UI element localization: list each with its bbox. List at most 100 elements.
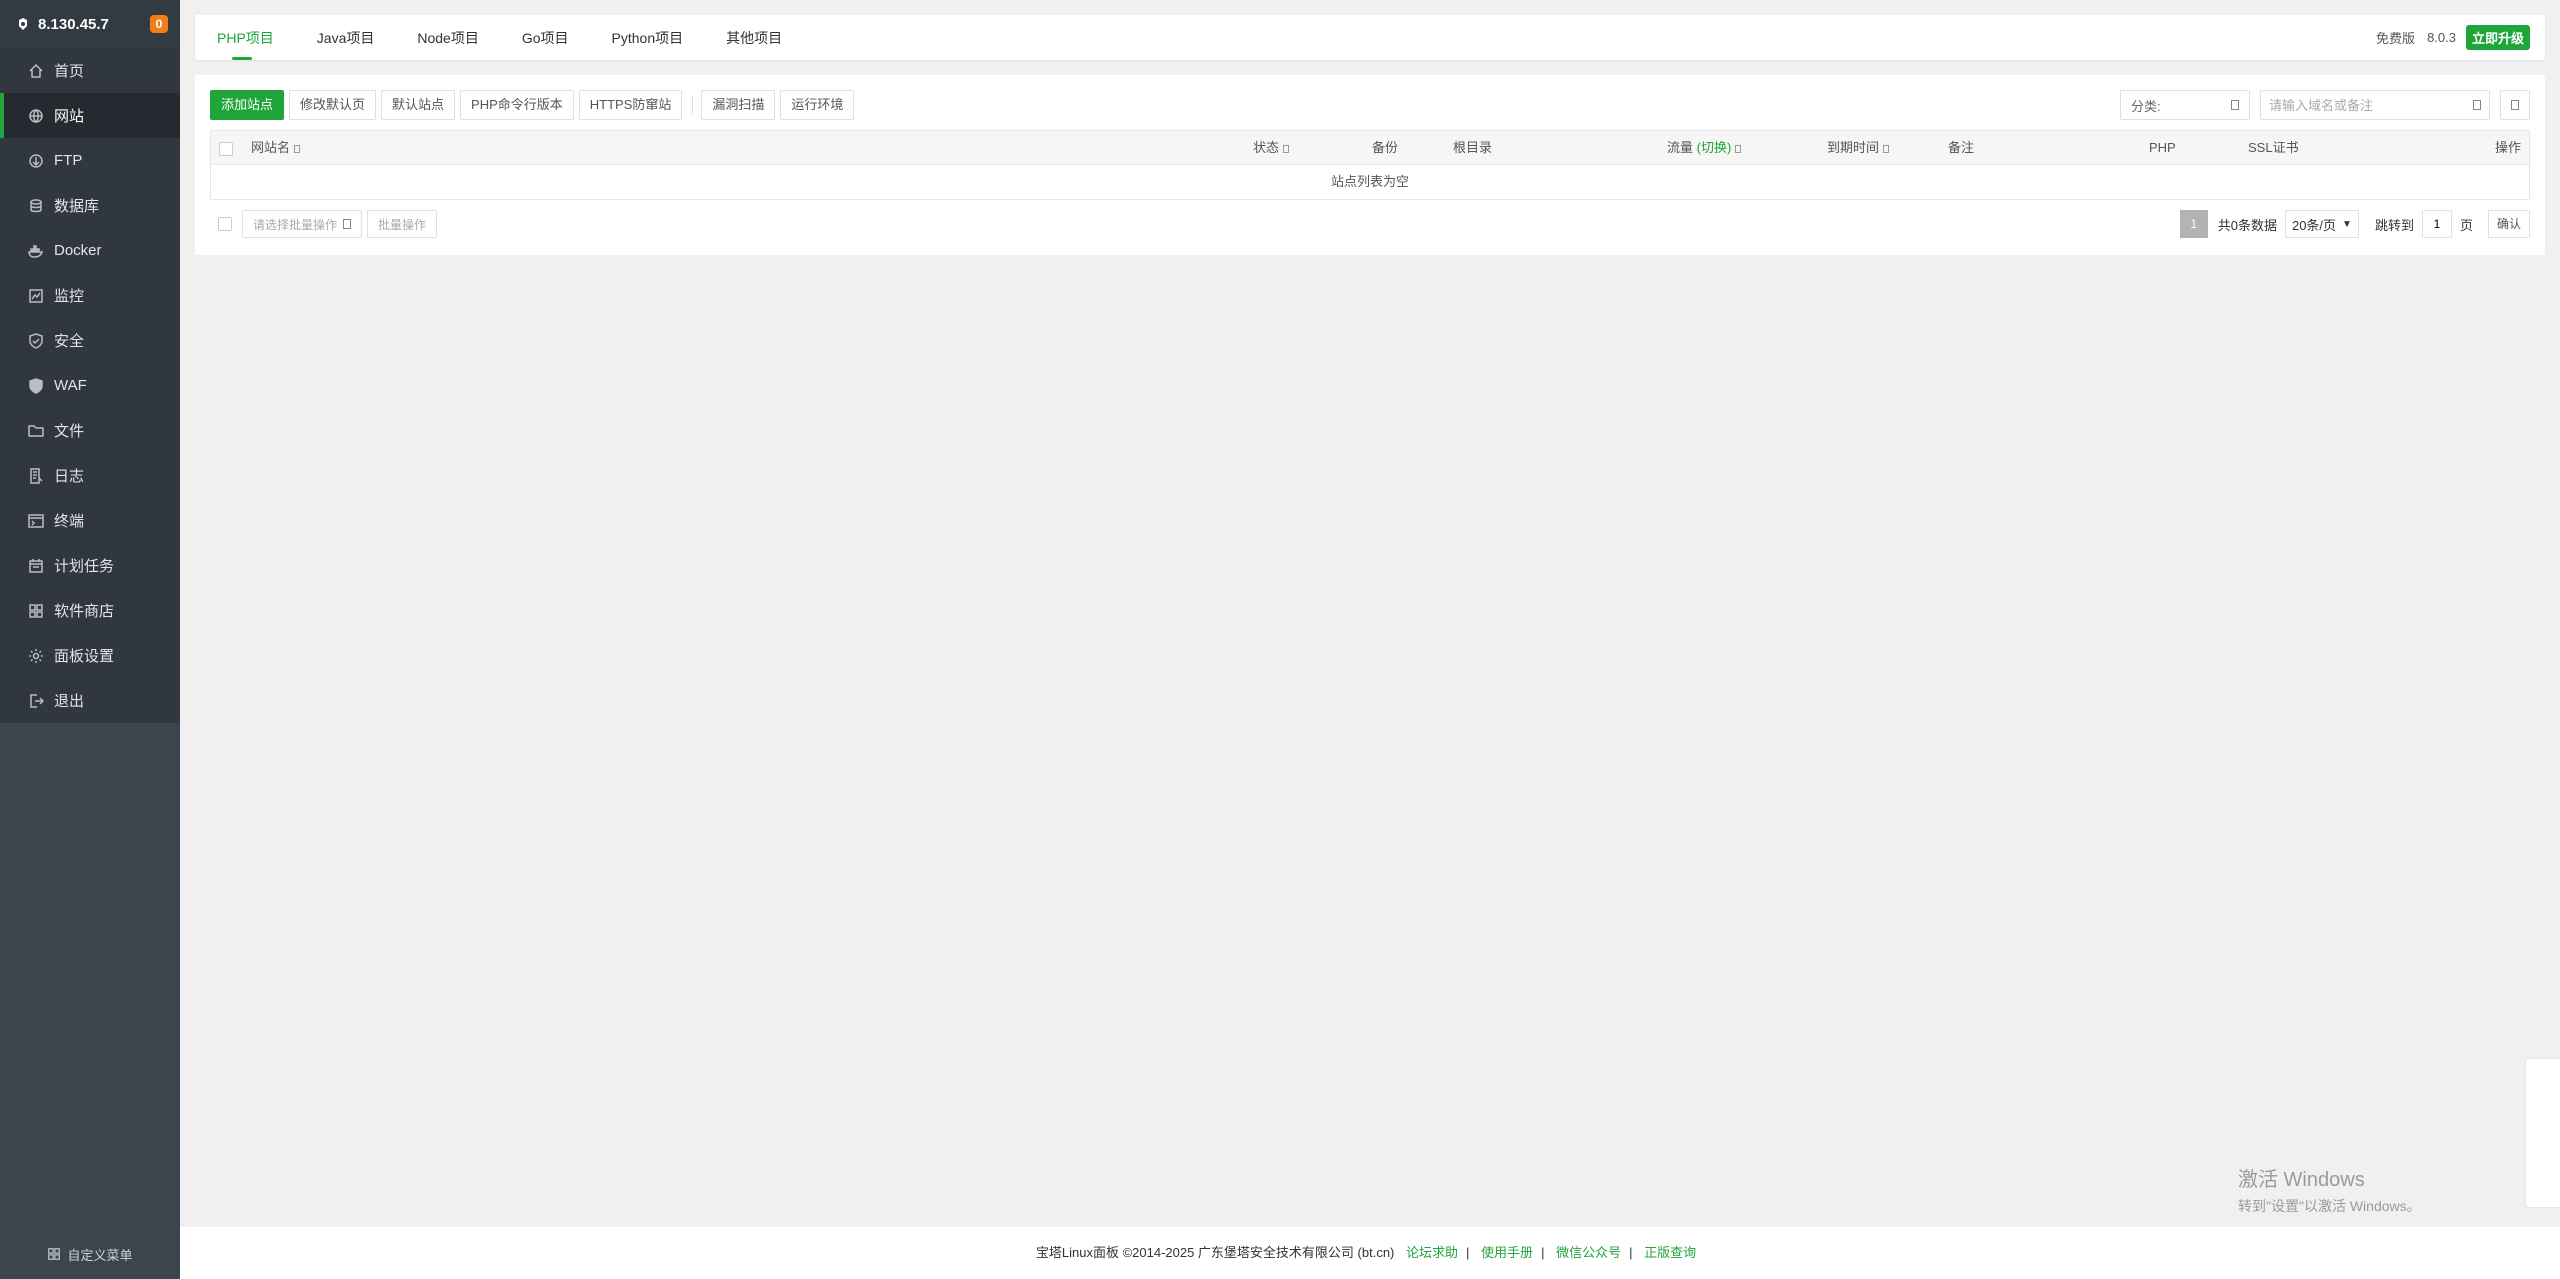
forum-link[interactable]: 论坛求助 — [1406, 1245, 1458, 1260]
globe-icon — [29, 108, 43, 123]
sidebar-item-label: 退出 — [54, 693, 85, 710]
sidebar-item-label: FTP — [54, 152, 83, 169]
sort-icon — [1735, 144, 1742, 153]
batch-action-button[interactable]: 批量操作 — [367, 210, 438, 238]
sidebar-item-label: 文件 — [54, 423, 85, 440]
tab-java[interactable]: Java项目 — [317, 15, 375, 60]
col-site-name[interactable]: 网站名 — [251, 131, 301, 165]
version-number: 8.0.3 — [2427, 30, 2456, 45]
default-site-button[interactable]: 默认站点 — [381, 90, 456, 120]
tab-go[interactable]: Go项目 — [522, 15, 569, 60]
total-count: 共0条数据 — [2217, 217, 2277, 233]
toolbar-divider — [692, 95, 694, 115]
chevron-down-icon — [343, 219, 351, 229]
bt-logo-icon — [19, 18, 27, 30]
copyright-text: 宝塔Linux面板 ©2014-2025 广东堡塔安全技术有限公司 (bt.cn… — [1035, 1245, 1395, 1260]
toolbar: 添加站点 修改默认页 默认站点 PHP命令行版本 HTTPS防窜站 漏洞扫描 运… — [210, 90, 859, 120]
search-icon[interactable] — [2473, 100, 2481, 110]
sidebar-item-store[interactable]: 软件商店 — [0, 588, 180, 633]
https-anti-hijack-button[interactable]: HTTPS防窜站 — [578, 90, 683, 120]
column-settings-button[interactable] — [2500, 90, 2530, 120]
jump-confirm-button[interactable]: 确认 — [2487, 210, 2530, 238]
search-box — [2260, 90, 2490, 120]
page-size-select[interactable]: 20条/页 ▼ — [2284, 210, 2359, 238]
site-table: 网站名 状态 备份 根目录 流量 (切换) 到期时间 备注 PHP SSL证书 … — [210, 130, 2530, 200]
notification-badge[interactable]: 0 — [150, 15, 168, 33]
sidebar-item-waf[interactable]: WAF — [0, 363, 180, 408]
sidebar-item-logout[interactable]: 退出 — [0, 678, 180, 723]
upgrade-button[interactable]: 立即升级 — [2465, 25, 2530, 50]
manual-link[interactable]: 使用手册 — [1481, 1245, 1533, 1260]
col-remark: 备注 — [1948, 140, 1975, 155]
sidebar-item-label: Docker — [54, 242, 102, 259]
category-select[interactable]: 分类: — [2120, 90, 2250, 120]
jump-page-input[interactable] — [2421, 210, 2452, 238]
gear-icon — [29, 648, 43, 663]
php-cli-version-button[interactable]: PHP命令行版本 — [460, 90, 574, 120]
grid-icon — [29, 603, 43, 618]
col-expire[interactable]: 到期时间 — [1827, 131, 1890, 165]
traffic-switch-link[interactable]: (切换) — [1697, 140, 1732, 155]
shield-icon — [29, 332, 43, 349]
runtime-env-button[interactable]: 运行环境 — [780, 90, 855, 120]
page-unit: 页 — [2459, 217, 2473, 233]
version-info: 免费版 8.0.3 立即升级 — [2376, 15, 2530, 60]
batch-select-checkbox[interactable] — [218, 217, 232, 231]
tab-php[interactable]: PHP项目 — [217, 15, 274, 60]
sidebar-item-home[interactable]: 首页 — [0, 48, 180, 93]
select-all-checkbox[interactable] — [219, 131, 233, 165]
sidebar-item-label: 终端 — [54, 513, 85, 530]
sidebar-item-label: 面板设置 — [54, 648, 115, 665]
custom-menu-button[interactable]: 自定义菜单 — [0, 1239, 180, 1269]
col-status[interactable]: 状态 — [1253, 131, 1290, 165]
floating-side-widget[interactable] — [2525, 1058, 2560, 1208]
sidebar-menu: 首页 网站 FTP 数据库 Docker 监控 安全 WAF 文件 日志 终端 … — [0, 48, 180, 723]
batch-controls: 请选择批量操作 批量操作 — [218, 210, 442, 238]
waf-icon — [29, 377, 43, 394]
sidebar-item-settings[interactable]: 面板设置 — [0, 633, 180, 678]
current-page[interactable]: 1 — [2179, 210, 2208, 238]
edit-default-page-button[interactable]: 修改默认页 — [289, 90, 377, 120]
jump-label: 跳转到 — [2374, 217, 2414, 233]
col-traffic[interactable]: 流量 (切换) — [1667, 131, 1742, 165]
settings-icon — [2511, 100, 2519, 110]
sidebar-item-website[interactable]: 网站 — [0, 93, 180, 138]
wechat-link[interactable]: 微信公众号 — [1556, 1245, 1621, 1260]
sidebar-item-label: 日志 — [54, 468, 85, 485]
edition-label: 免费版 — [2376, 31, 2416, 46]
sidebar-item-database[interactable]: 数据库 — [0, 183, 180, 228]
sidebar-item-files[interactable]: 文件 — [0, 408, 180, 453]
license-check-link[interactable]: 正版查询 — [1644, 1245, 1696, 1260]
table-header: 网站名 状态 备份 根目录 流量 (切换) 到期时间 备注 PHP SSL证书 … — [211, 131, 2529, 165]
sort-icon — [1283, 144, 1290, 153]
server-ip: 8.130.45.7 — [38, 15, 109, 33]
calendar-icon — [29, 558, 43, 573]
log-icon — [30, 467, 43, 484]
tab-node[interactable]: Node项目 — [417, 15, 478, 60]
logout-icon — [30, 693, 44, 708]
sidebar: 8.130.45.7 0 首页 网站 FTP 数据库 Docker 监控 安全 … — [0, 0, 180, 1279]
sidebar-item-monitor[interactable]: 监控 — [0, 273, 180, 318]
folder-icon — [28, 424, 44, 437]
col-actions: 操作 — [2494, 140, 2521, 155]
sidebar-item-security[interactable]: 安全 — [0, 318, 180, 363]
tab-python[interactable]: Python项目 — [612, 15, 684, 60]
sidebar-item-label: 网站 — [54, 108, 85, 125]
col-backup: 备份 — [1372, 140, 1399, 155]
sidebar-item-logs[interactable]: 日志 — [0, 453, 180, 498]
search-input[interactable] — [2261, 97, 2473, 113]
sidebar-item-ftp[interactable]: FTP — [0, 138, 180, 183]
empty-state: 站点列表为空 — [1330, 174, 1409, 189]
tab-other[interactable]: 其他项目 — [726, 15, 782, 60]
site-list-panel: 添加站点 修改默认页 默认站点 PHP命令行版本 HTTPS防窜站 漏洞扫描 运… — [195, 75, 2545, 255]
vuln-scan-button[interactable]: 漏洞扫描 — [701, 90, 776, 120]
sidebar-item-label: 数据库 — [54, 198, 100, 215]
batch-action-select[interactable]: 请选择批量操作 — [242, 210, 362, 238]
sidebar-item-cron[interactable]: 计划任务 — [0, 543, 180, 588]
add-site-button[interactable]: 添加站点 — [210, 90, 285, 120]
watermark-title: 激活 Windows — [2238, 1169, 2365, 1191]
col-ssl: SSL证书 — [2248, 140, 2299, 155]
sidebar-item-terminal[interactable]: 终端 — [0, 498, 180, 543]
home-icon — [29, 63, 43, 78]
sidebar-item-docker[interactable]: Docker — [0, 228, 180, 273]
